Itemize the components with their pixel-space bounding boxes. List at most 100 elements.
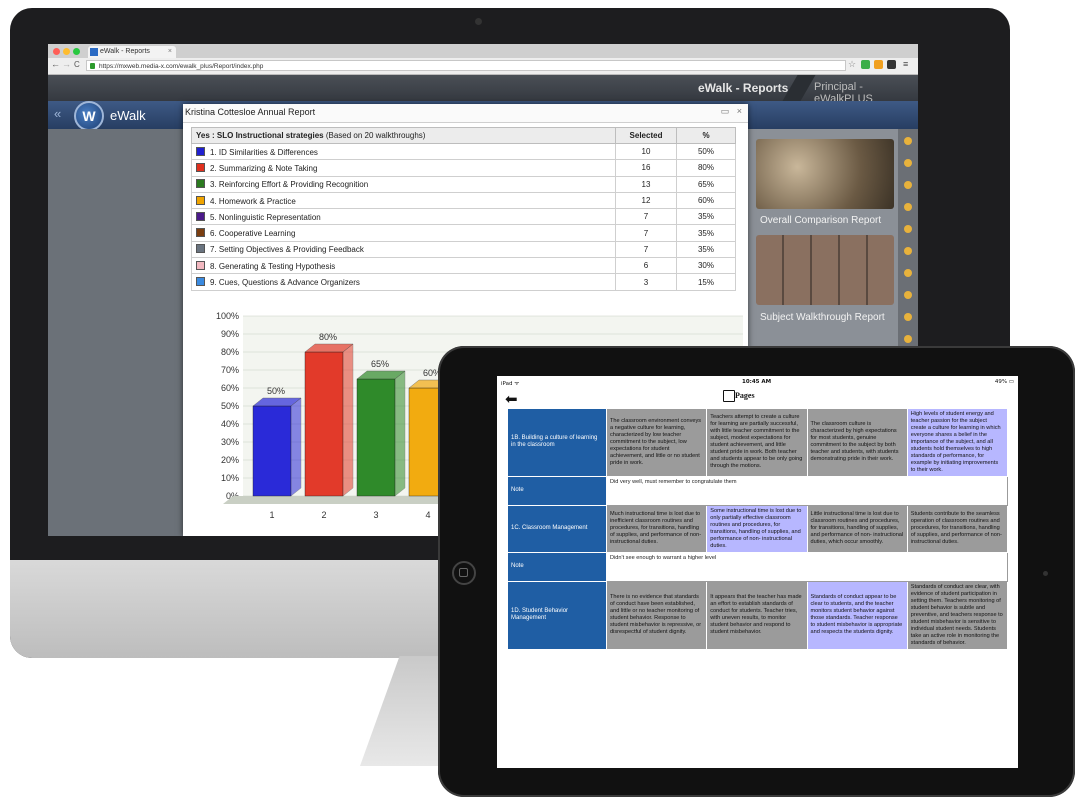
overall-comparison-thumbnail[interactable] — [756, 139, 894, 209]
section-title: eWalk - Reports — [698, 81, 789, 95]
report-link-overall[interactable]: Overall Comparison Report — [760, 215, 881, 226]
x-tick-label: 1 — [269, 510, 274, 520]
strategy-cell: 7. Setting Objectives & Providing Feedba… — [191, 240, 616, 259]
book-icon[interactable] — [723, 390, 735, 402]
y-tick-label: 40% — [221, 419, 239, 429]
legend-swatch — [196, 260, 205, 270]
rubric-level[interactable]: Students contribute to the seamless oper… — [906, 504, 1009, 553]
legend-swatch — [196, 146, 205, 156]
table-row: 9. Cues, Questions & Advance Organizers 3… — [191, 273, 736, 291]
back-arrow-icon[interactable]: ⬅ — [505, 390, 518, 408]
data-label: 80% — [319, 332, 337, 342]
note-field[interactable]: Didn't see enough to warrant a higher le… — [606, 551, 1008, 582]
forward-icon[interactable]: → — [62, 59, 71, 69]
rubric-level[interactable]: Teachers attempt to create a culture for… — [706, 408, 808, 477]
brand-name: eWalk — [110, 108, 146, 123]
back-icon[interactable]: ← — [51, 59, 60, 69]
rubric-table: 1B. Building a culture of learning in th… — [507, 408, 1009, 650]
percent-value: 50% — [676, 142, 736, 161]
restore-icon[interactable]: ▭ — [721, 106, 730, 116]
ipad-camera — [1043, 571, 1048, 576]
column-header-selected: Selected — [615, 127, 677, 144]
selected-count: 10 — [615, 142, 677, 161]
address-bar-url: https://mxweb.media-x.com/ewalk_plus/Rep… — [99, 63, 264, 70]
y-tick-label: 100% — [216, 311, 239, 321]
rubric-level-selected[interactable]: Some instructional time is lost due to o… — [706, 504, 808, 553]
rubric-row: 1C. Classroom Management Much instruction… — [507, 504, 1009, 553]
strategy-label: 3. Reinforcing Effort & Providing Recogn… — [210, 180, 369, 190]
bar — [252, 405, 292, 497]
address-bar[interactable]: https://mxweb.media-x.com/ewalk_plus/Rep… — [86, 60, 846, 71]
pages-button[interactable]: Pages — [735, 391, 755, 400]
rubric-row: 1D. Student Behavior Management There is … — [507, 580, 1009, 650]
legend-swatch — [196, 244, 205, 254]
data-label: 50% — [267, 386, 285, 396]
table-row: 5. Nonlinguistic Representation 7 35% — [191, 208, 736, 226]
strategy-label: 6. Cooperative Learning — [210, 229, 296, 239]
modal-titlebar: Kristina Cottesloe Annual Report ▭ × — [183, 104, 748, 123]
strategy-cell: 8. Generating & Testing Hypothesis — [191, 257, 616, 275]
extension-icon[interactable] — [874, 60, 883, 69]
strategy-cell: 6. Cooperative Learning — [191, 224, 616, 242]
table-row: 7. Setting Objectives & Providing Feedba… — [191, 240, 736, 259]
table-row: 8. Generating & Testing Hypothesis 6 30% — [191, 257, 736, 275]
percent-value: 60% — [676, 191, 736, 210]
rubric-level[interactable]: There is no evidence that standards of c… — [605, 580, 708, 650]
rubric-row: 1B. Building a culture of learning in th… — [507, 408, 1009, 477]
x-tick-label: 4 — [425, 510, 430, 520]
y-tick-label: 90% — [221, 329, 239, 339]
extension-icon[interactable] — [887, 60, 896, 69]
percent-value: 30% — [676, 257, 736, 275]
legend-swatch — [196, 228, 205, 238]
zoom-window-icon[interactable] — [73, 48, 80, 55]
report-link-subject[interactable]: Subject Walkthrough Report — [760, 312, 885, 323]
collapse-back-icon[interactable]: « — [54, 106, 61, 121]
selected-count: 12 — [615, 191, 677, 210]
minimize-window-icon[interactable] — [63, 48, 70, 55]
close-window-icon[interactable] — [53, 48, 60, 55]
rubric-level[interactable]: The classroom culture is characterized b… — [806, 408, 908, 477]
percent-value: 35% — [676, 224, 736, 242]
strategy-label: 8. Generating & Testing Hypothesis — [210, 261, 336, 271]
y-tick-label: 10% — [221, 473, 239, 483]
close-icon[interactable]: × — [737, 106, 742, 116]
table-row: 2. Summarizing & Note Taking 16 80% — [191, 159, 736, 177]
rubric-level[interactable]: It appears that the teacher has made an … — [706, 580, 808, 650]
selected-count: 7 — [615, 224, 677, 242]
reload-icon[interactable]: C — [74, 60, 80, 69]
rubric-level[interactable]: Much instructional time is lost due to i… — [605, 504, 708, 553]
browser-tab[interactable]: eWalk - Reports × — [88, 46, 176, 58]
percent-value: 80% — [676, 159, 736, 177]
ipad-screen: iPad ᯤ 10:45 AM 49% ▭ ⬅ Pages 1B. Buildi… — [497, 376, 1018, 768]
selected-count: 16 — [615, 159, 677, 177]
rubric-level[interactable]: Standards of conduct are clear, with evi… — [906, 580, 1009, 650]
selected-count: 7 — [615, 240, 677, 259]
note-field[interactable]: Did very well, must remember to congratu… — [606, 475, 1008, 506]
header-title: SLO Instructional strategies — [216, 131, 324, 140]
home-button[interactable] — [452, 561, 476, 585]
column-header-percent: % — [676, 127, 736, 144]
bar-side — [290, 397, 302, 497]
strategy-table: Yes : SLO Instructional strategies (Base… — [191, 127, 736, 291]
y-tick-label: 70% — [221, 365, 239, 375]
x-tick-label: 3 — [373, 510, 378, 520]
menu-icon[interactable]: ≡ — [903, 59, 908, 69]
extension-icon[interactable] — [861, 60, 870, 69]
percent-value: 65% — [676, 175, 736, 193]
bookmark-star-icon[interactable]: ☆ — [848, 59, 856, 70]
bar-side — [342, 343, 354, 497]
data-label: 65% — [371, 359, 389, 369]
bar — [304, 351, 344, 497]
strategy-cell: 4. Homework & Practice — [191, 191, 616, 210]
rubric-level-selected[interactable]: High levels of student energy and teache… — [906, 408, 1009, 477]
rubric-level-selected[interactable]: Standards of conduct appear to be clear … — [806, 580, 908, 650]
rubric-level[interactable]: Little instructional time is lost due to… — [806, 504, 908, 553]
strategy-label: 5. Nonlinguistic Representation — [210, 212, 321, 222]
strategy-label: 7. Setting Objectives & Providing Feedba… — [210, 245, 364, 255]
tab-close-icon[interactable]: × — [168, 46, 172, 58]
subject-walkthrough-thumbnail[interactable] — [756, 235, 894, 305]
note-label: Note — [507, 475, 607, 506]
x-tick-label: 2 — [321, 510, 326, 520]
rubric-level[interactable]: The classroom environment conveys a nega… — [605, 408, 708, 477]
table-row: 1. ID Similarities & Differences 10 50% — [191, 142, 736, 161]
